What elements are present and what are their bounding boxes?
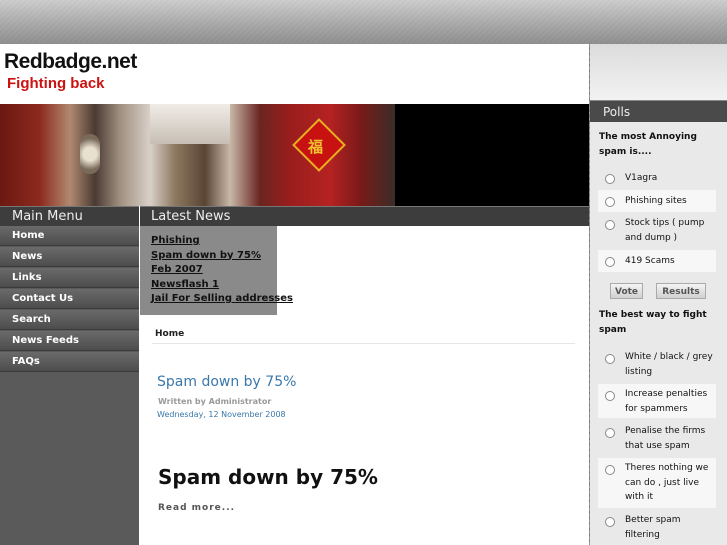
latest-news-link[interactable]: Spam down by 75% xyxy=(151,249,277,264)
menu-item-news-feeds[interactable]: News Feeds xyxy=(0,331,139,351)
poll-option[interactable]: Theres nothing we can do , just live wit… xyxy=(598,458,716,508)
menu-item-search[interactable]: Search xyxy=(0,310,139,330)
poll-option-label: White / black / grey listing xyxy=(625,352,713,377)
breadcrumb[interactable]: Home xyxy=(155,329,184,339)
radio-button[interactable] xyxy=(605,174,615,184)
latest-news-link[interactable]: Jail For Selling addresses xyxy=(151,292,293,307)
results-button[interactable]: Results xyxy=(656,283,706,299)
radio-button[interactable] xyxy=(605,517,615,527)
header-banner: 福 xyxy=(0,104,589,206)
menu-item-contact-us[interactable]: Contact Us xyxy=(0,289,139,309)
poll-option[interactable]: Better spam filtering xyxy=(598,510,716,544)
poll-option[interactable]: V1agra xyxy=(598,167,716,189)
menu-item-links[interactable]: Links xyxy=(0,268,139,288)
poll-option[interactable]: White / black / grey listing xyxy=(598,347,716,381)
radio-button[interactable] xyxy=(605,257,615,267)
poll-option-label: 419 Scams xyxy=(625,256,675,266)
poll-option-label: Increase penalties for spammers xyxy=(625,389,708,414)
site-logo[interactable]: Redbadge.net xyxy=(4,50,137,74)
polls-header: Polls xyxy=(590,100,727,122)
banner-poster-glyph: 福 xyxy=(308,138,324,156)
vote-button[interactable]: Vote xyxy=(610,283,643,299)
main-menu: Home News Links Contact Us Search News F… xyxy=(0,226,139,545)
right-sidebar: Polls The most Annoying spam is.... V1ag… xyxy=(590,44,727,545)
poll-option[interactable]: 419 Scams xyxy=(598,250,716,272)
poll-question-1: The most Annoying spam is.... xyxy=(599,132,697,157)
latest-news-header: Latest News xyxy=(140,206,589,226)
main-area: Redbadge.net Fighting back 福 Main Menu L… xyxy=(0,44,589,545)
poll-option-label: Penalise the firms that use spam xyxy=(625,426,706,451)
radio-button[interactable] xyxy=(605,428,615,438)
poll-option[interactable]: Increase penalties for spammers xyxy=(598,384,716,418)
menu-item-news[interactable]: News xyxy=(0,247,139,267)
poll-option-label: V1agra xyxy=(625,173,658,183)
menu-item-faqs[interactable]: FAQs xyxy=(0,352,139,372)
latest-news-link[interactable]: Newsflash 1 xyxy=(151,278,277,293)
poll-option-label: Phishing sites xyxy=(625,196,687,206)
poll-option[interactable]: Phishing sites xyxy=(598,190,716,212)
poll-option-label: Theres nothing we can do , just live wit… xyxy=(625,463,709,502)
poll-option[interactable]: Stock tips ( pump and dump ) xyxy=(598,213,716,249)
menu-item-home[interactable]: Home xyxy=(0,226,139,246)
banner-sky xyxy=(150,104,230,144)
radio-button[interactable] xyxy=(605,391,615,401)
breadcrumb-divider xyxy=(152,343,575,344)
top-gradient xyxy=(0,0,727,44)
banner-photo: 福 xyxy=(0,104,395,206)
article-title-link[interactable]: Spam down by 75% xyxy=(157,374,296,390)
radio-button[interactable] xyxy=(605,197,615,207)
latest-news-list: Phishing Spam down by 75% Feb 2007 Newsf… xyxy=(140,226,293,315)
read-more-link[interactable]: Read more... xyxy=(158,503,235,513)
site-tagline: Fighting back xyxy=(7,75,105,92)
banner-lantern xyxy=(80,134,100,174)
sidebar-top xyxy=(590,44,727,100)
poll-option-label: Better spam filtering xyxy=(625,515,681,540)
poll-option-label: Stock tips ( pump and dump ) xyxy=(625,218,705,243)
main-menu-header: Main Menu xyxy=(0,206,139,226)
article-date: Wednesday, 12 November 2008 xyxy=(157,410,286,419)
poll-question-2: The best way to fight spam xyxy=(599,310,707,335)
latest-news-link[interactable]: Feb 2007 xyxy=(151,263,277,278)
radio-button[interactable] xyxy=(605,465,615,475)
radio-button[interactable] xyxy=(605,354,615,364)
radio-button[interactable] xyxy=(605,220,615,230)
latest-news-link[interactable]: Phishing xyxy=(151,234,277,249)
poll-option[interactable]: Penalise the firms that use spam xyxy=(598,421,716,455)
article-heading: Spam down by 75% xyxy=(158,465,378,489)
article-author: Written by Administrator xyxy=(158,397,272,406)
